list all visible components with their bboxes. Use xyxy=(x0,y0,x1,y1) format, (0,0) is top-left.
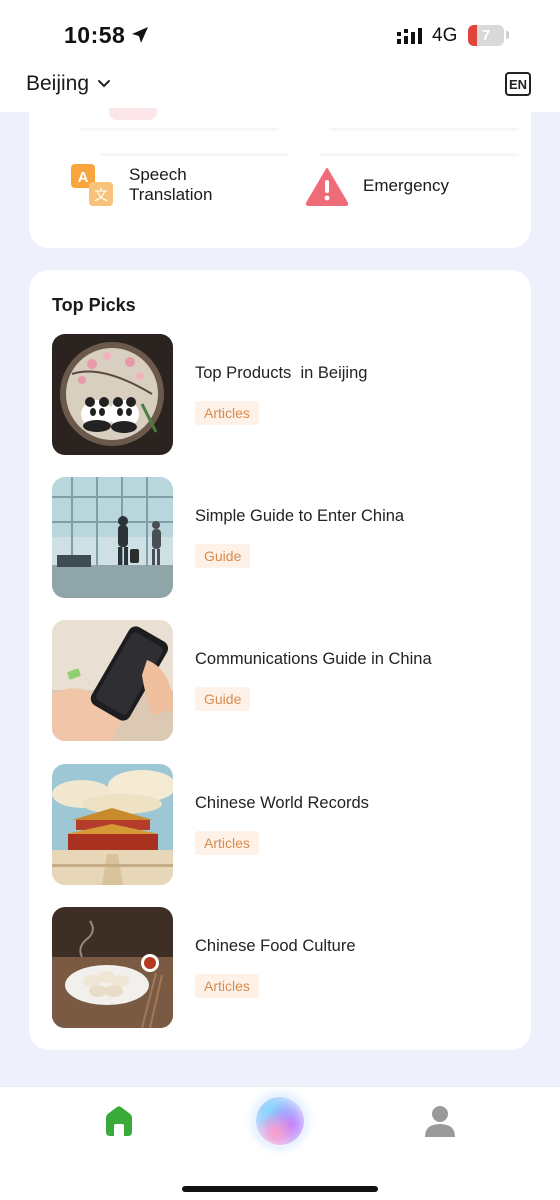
status-bar: 10:58 4G 7 xyxy=(0,0,560,62)
panda-embroidery-image xyxy=(52,334,173,455)
bottom-tab-bar xyxy=(0,1083,560,1200)
battery-level: 7 xyxy=(481,27,491,44)
pick-tag: Articles xyxy=(195,401,259,425)
list-item[interactable]: Communications Guide in China Guide xyxy=(52,620,512,742)
ai-assistant-orb[interactable] xyxy=(240,1081,320,1161)
top-picks-title: Top Picks xyxy=(52,295,136,315)
svg-text:A: A xyxy=(78,169,89,186)
emergency-label: Emergency xyxy=(363,176,449,195)
pick-tag: Articles xyxy=(195,974,259,998)
city-label: Beijing xyxy=(26,72,90,95)
list-item[interactable]: Chinese World Records Articles xyxy=(52,764,512,886)
pick-tag: Guide xyxy=(195,687,251,711)
list-item[interactable]: Chinese Food Culture Articles xyxy=(52,907,512,1029)
language-button[interactable]: EN xyxy=(505,72,531,96)
speech-translation-button[interactable]: A 文 Speech Translation xyxy=(69,162,212,208)
pick-title: Simple Guide to Enter China xyxy=(195,507,405,525)
top-picks-card: Top Picks Top Products in Beijing Articl… xyxy=(29,270,531,1050)
city-selector[interactable]: Beijing xyxy=(26,72,111,96)
pick-tag: Guide xyxy=(195,544,251,568)
signal-icon xyxy=(397,28,422,44)
svg-text:文: 文 xyxy=(94,188,108,204)
phone-sim-card-image xyxy=(52,620,173,741)
forbidden-city-image xyxy=(52,764,173,885)
translate-icon: A 文 xyxy=(71,164,113,206)
dumplings-image xyxy=(52,907,173,1028)
status-time: 10:58 xyxy=(64,22,126,48)
list-item[interactable]: Top Products in Beijing Articles xyxy=(52,334,512,456)
pick-tag: Articles xyxy=(195,831,259,855)
speech-translation-label: Speech Translation xyxy=(129,165,213,204)
pick-title: Top Products in Beijing xyxy=(195,364,368,382)
services-card: A 文 Speech Translation Emergency xyxy=(29,100,531,248)
scrolled-content-remnant xyxy=(79,108,519,163)
home-indicator xyxy=(182,1186,378,1192)
profile-icon[interactable] xyxy=(422,1103,458,1139)
location-arrow-icon xyxy=(132,27,148,43)
network-type: 4G xyxy=(432,25,458,46)
emergency-button[interactable]: Emergency xyxy=(305,166,449,206)
battery-tip xyxy=(506,31,509,39)
warning-icon xyxy=(305,168,349,206)
airport-travelers-image xyxy=(52,477,173,598)
home-icon[interactable] xyxy=(102,1104,136,1138)
pick-title: Chinese Food Culture xyxy=(195,937,356,955)
chevron-down-icon xyxy=(98,80,111,88)
list-item[interactable]: Simple Guide to Enter China Guide xyxy=(52,477,512,599)
pick-title: Chinese World Records xyxy=(195,794,369,812)
pick-title: Communications Guide in China xyxy=(195,650,432,668)
battery-icon: 7 xyxy=(468,25,504,46)
